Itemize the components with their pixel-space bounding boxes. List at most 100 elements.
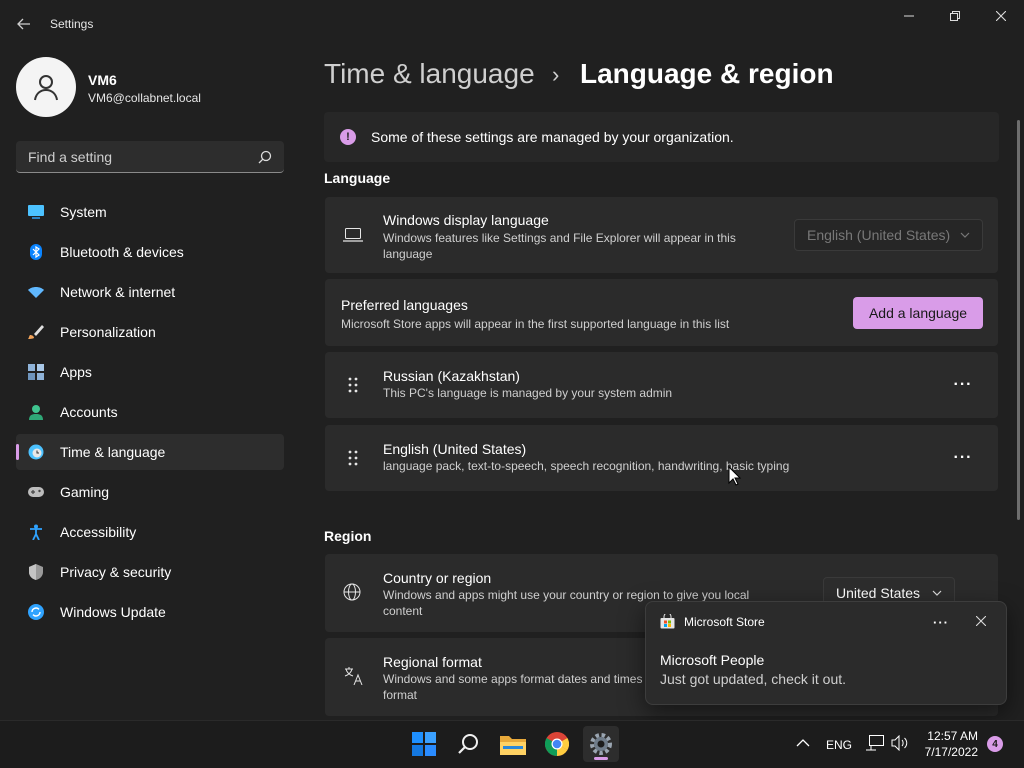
regional-format-icon [344, 667, 363, 685]
language-list-item[interactable]: Russian (Kazakhstan) This PC's language … [325, 352, 998, 418]
regional-format-title: Regional format [383, 654, 482, 670]
toast-title: Microsoft People [660, 652, 765, 668]
back-button[interactable] [10, 10, 38, 38]
info-icon: ! [340, 129, 356, 145]
drag-handle-icon[interactable] [347, 449, 359, 467]
sidebar-item-personalization[interactable]: Personalization [16, 314, 284, 350]
search-input[interactable] [28, 148, 258, 165]
info-text: Some of these settings are managed by yo… [371, 129, 734, 145]
close-icon[interactable] [976, 616, 986, 626]
sidebar-nav: System Bluetooth & devices Network & int… [16, 194, 284, 634]
user-email: VM6@collabnet.local [88, 91, 201, 105]
sidebar-item-label: Time & language [60, 444, 166, 460]
volume-icon[interactable] [891, 735, 909, 751]
settings-gear-icon [590, 733, 612, 755]
preferred-languages-title: Preferred languages [341, 297, 468, 313]
start-button[interactable] [406, 726, 442, 762]
app-title: Settings [50, 17, 94, 31]
wifi-icon [28, 284, 44, 300]
sidebar-item-privacy[interactable]: Privacy & security [16, 554, 284, 590]
minimize-icon [904, 15, 914, 17]
region-section-title: Region [324, 528, 372, 544]
shield-icon [28, 564, 44, 580]
clock-date: 7/17/2022 [924, 745, 978, 759]
active-app-indicator [594, 757, 608, 760]
sidebar-item-accounts[interactable]: Accounts [16, 394, 284, 430]
avatar[interactable] [16, 57, 76, 117]
globe-clock-icon [28, 444, 44, 460]
language-name: English (United States) [383, 441, 527, 457]
accessibility-icon [28, 524, 44, 540]
sidebar-item-label: Bluetooth & devices [60, 244, 184, 260]
sidebar-item-label: Windows Update [60, 604, 166, 620]
windows-start-icon [412, 732, 436, 756]
network-icon[interactable] [866, 735, 884, 751]
sidebar-item-label: Apps [60, 364, 92, 380]
language-desc: This PC's language is managed by your sy… [383, 386, 673, 400]
maximize-button[interactable] [932, 0, 978, 32]
preferred-languages-desc: Microsoft Store apps will appear in the … [341, 317, 730, 331]
taskbar-settings[interactable] [583, 726, 619, 762]
regional-format-desc-2: format [383, 688, 418, 702]
globe-icon [343, 583, 361, 601]
person-icon [28, 404, 44, 420]
country-region-desc-2: content [383, 604, 423, 618]
breadcrumb-parent[interactable]: Time & language [324, 58, 535, 90]
file-explorer-icon [500, 736, 526, 755]
chrome-icon [545, 732, 569, 756]
toast-app-name: Microsoft Store [684, 615, 765, 629]
sidebar-item-label: Accounts [60, 404, 118, 420]
language-section-title: Language [324, 170, 391, 186]
brush-icon [28, 324, 44, 340]
clock[interactable]: 12:57 AM 7/17/2022 [922, 728, 978, 760]
drag-handle-icon[interactable] [347, 376, 359, 394]
toast-notification[interactable]: Microsoft Store ··· Microsoft People Jus… [645, 601, 1007, 705]
sidebar-item-gaming[interactable]: Gaming [16, 474, 284, 510]
notification-badge[interactable]: 4 [987, 736, 1003, 752]
sidebar-item-time-language[interactable]: Time & language [16, 434, 284, 470]
laptop-icon [343, 228, 363, 242]
sidebar-item-network[interactable]: Network & internet [16, 274, 284, 310]
chevron-down-icon [932, 590, 942, 596]
display-language-desc-2: language [383, 247, 433, 261]
sidebar-item-bluetooth[interactable]: Bluetooth & devices [16, 234, 284, 270]
sidebar-item-system[interactable]: System [16, 194, 284, 230]
microsoft-store-icon [660, 614, 675, 629]
taskbar-chrome[interactable] [539, 726, 575, 762]
taskbar-search-button[interactable] [451, 726, 487, 762]
close-icon [996, 11, 1006, 21]
bluetooth-icon [28, 244, 44, 260]
more-options-button[interactable]: ··· [951, 446, 975, 470]
sidebar-item-label: System [60, 204, 107, 220]
taskbar-file-explorer[interactable] [495, 726, 531, 762]
input-language-indicator[interactable]: ENG [826, 738, 852, 752]
scrollbar[interactable] [1017, 120, 1020, 520]
search-icon[interactable] [258, 150, 272, 164]
search-box[interactable] [16, 141, 284, 173]
search-icon [458, 734, 478, 754]
chevron-up-icon[interactable] [796, 738, 810, 748]
display-language-card: Windows display language Windows feature… [325, 197, 998, 273]
more-options-button[interactable]: ··· [951, 373, 975, 397]
language-list-item[interactable]: English (United States) language pack, t… [325, 425, 998, 491]
close-button[interactable] [978, 0, 1024, 32]
display-language-desc-1: Windows features like Settings and File … [383, 231, 736, 245]
user-name: VM6 [88, 72, 117, 88]
sidebar-item-label: Accessibility [60, 524, 137, 540]
minimize-button[interactable] [886, 0, 932, 32]
monitor-icon [28, 204, 44, 220]
display-language-dropdown[interactable]: English (United States) [794, 219, 983, 251]
add-language-button[interactable]: Add a language [853, 297, 983, 329]
display-language-title: Windows display language [383, 212, 549, 228]
sidebar-item-label: Gaming [60, 484, 110, 500]
toast-more-button[interactable]: ··· [929, 610, 953, 634]
sidebar-item-windows-update[interactable]: Windows Update [16, 594, 284, 630]
dropdown-value: English (United States) [807, 227, 951, 243]
maximize-icon [950, 11, 960, 21]
apps-icon [28, 364, 44, 380]
sidebar-item-apps[interactable]: Apps [16, 354, 284, 390]
country-region-title: Country or region [383, 570, 492, 586]
sidebar-item-accessibility[interactable]: Accessibility [16, 514, 284, 550]
regional-format-desc-1: Windows and some apps format dates and t… [383, 672, 643, 686]
update-icon [28, 604, 44, 620]
